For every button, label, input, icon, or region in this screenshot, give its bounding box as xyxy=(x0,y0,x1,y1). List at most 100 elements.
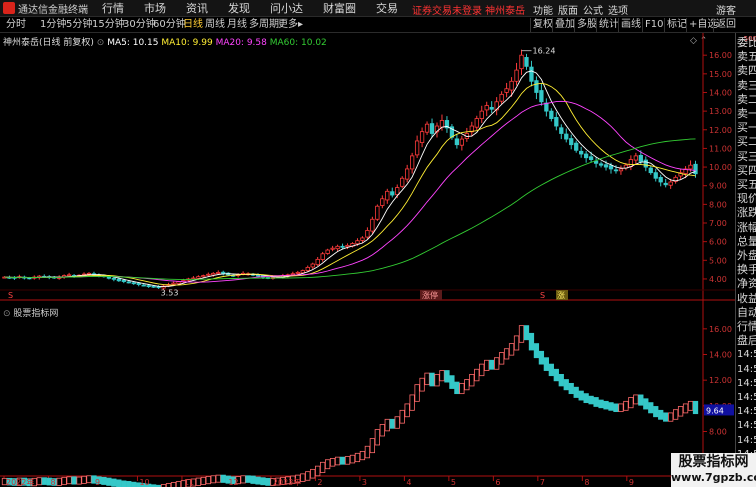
candle-body xyxy=(469,125,474,133)
candle-body xyxy=(131,282,136,285)
chevron-right-icon[interactable]: ▸ xyxy=(296,18,305,32)
candle-body xyxy=(136,282,141,285)
price-axis-label: 16.00 xyxy=(709,51,732,60)
candle-body xyxy=(424,123,430,133)
menu-item-wealth[interactable]: 财富圈 xyxy=(323,0,356,16)
f10-button[interactable]: F10 xyxy=(642,18,665,32)
period-tab-monthly[interactable]: 月线 xyxy=(225,18,249,32)
period-tab-weekly[interactable]: 周线 xyxy=(203,18,227,32)
quote-panel-item: 总量 xyxy=(737,234,756,248)
period-tab-daily[interactable]: 日线 xyxy=(181,18,205,32)
user-label[interactable]: 游客 xyxy=(716,2,736,17)
indicator-bar xyxy=(6,477,13,486)
candle-body xyxy=(633,155,638,161)
candle-body xyxy=(275,276,281,279)
indicator-bar xyxy=(484,359,490,371)
settings-icon[interactable]: ⊙ xyxy=(97,38,105,48)
watermark-title: 股票指标网 xyxy=(678,454,749,470)
price-axis-label: 11.00 xyxy=(709,144,732,153)
price-axis-label: 14.00 xyxy=(709,88,732,97)
indicator-settings-icon[interactable]: ⊙ xyxy=(3,309,11,319)
menu-item-ask[interactable]: 问小达 xyxy=(270,0,303,16)
indicator-bar xyxy=(101,476,107,485)
title-bar: 通达信金融终端 行情 市场 资讯 发现 问小达 财富圈 交易 证券交易未登录 神… xyxy=(0,0,756,17)
candle-body xyxy=(544,102,549,112)
candle-body xyxy=(121,279,126,282)
high-label: 16.24 xyxy=(533,47,556,56)
candle-body xyxy=(340,245,345,248)
indicator-bar xyxy=(354,452,361,463)
indicator-bar xyxy=(469,373,475,387)
indicator-bar xyxy=(41,477,47,485)
candle-body xyxy=(146,285,151,288)
time-axis-label: 2 xyxy=(317,478,322,487)
indicator-bar xyxy=(464,379,470,391)
scroll-up-icon[interactable]: ⌃ xyxy=(700,36,708,46)
indicator-bar xyxy=(379,424,385,437)
quote-panel-item: 现价 xyxy=(737,192,756,206)
event-label: 涨 xyxy=(557,290,565,300)
quote-panel-item: 卖四 xyxy=(737,64,756,78)
time-axis-label: 2022年 xyxy=(6,477,34,487)
indicator-bar xyxy=(653,406,659,418)
candle-body xyxy=(588,156,594,161)
indicator-bar xyxy=(494,357,500,370)
menu-item-trade[interactable]: 交易 xyxy=(376,0,398,16)
indicator-bar xyxy=(409,394,415,411)
candle-body xyxy=(350,243,355,247)
quote-panel-item: 14:50 xyxy=(737,349,756,361)
indicator-bar xyxy=(126,481,132,487)
indicator-bar xyxy=(270,478,276,486)
diamond-icon[interactable]: ◇ xyxy=(690,36,697,46)
menu-item-function[interactable]: 功能 xyxy=(533,2,553,17)
price-axis-label: 4.00 xyxy=(709,275,727,284)
menu-item-formula[interactable]: 公式 xyxy=(583,2,603,17)
period-tab-intraday[interactable]: 分时 xyxy=(4,18,28,32)
candle-body xyxy=(628,159,634,168)
indicator-bar xyxy=(479,363,485,377)
candle-body xyxy=(7,276,12,279)
time-axis-label: 8 xyxy=(584,478,589,487)
candle-body xyxy=(618,168,624,172)
candle-body xyxy=(126,281,131,284)
menu-item-news[interactable]: 资讯 xyxy=(186,0,208,16)
menu-item-market[interactable]: 市场 xyxy=(144,0,166,16)
indicator-bar xyxy=(583,393,589,404)
quote-panel-item: 涨跌 xyxy=(737,206,756,220)
back-button[interactable]: 返回 xyxy=(713,18,738,32)
indicator-axis-label: 10.00 xyxy=(709,402,732,411)
candle-body xyxy=(494,101,499,111)
login-notice[interactable]: 证券交易未登录 神州泰岳 xyxy=(412,2,525,17)
quote-panel-item: 卖三 xyxy=(737,78,756,92)
indicator-bar xyxy=(528,332,535,351)
menu-item-discover[interactable]: 发现 xyxy=(228,0,250,16)
indicator-bar xyxy=(116,479,122,487)
menu-item-layout[interactable]: 版面 xyxy=(558,2,578,17)
stock-info-bar: 神州泰岳(日线 前复权) ⊙ MA5: 10.15 MA10: 9.99 MA2… xyxy=(3,35,327,48)
indicator-bar xyxy=(81,475,87,484)
event-badge xyxy=(556,290,568,300)
menu-item-market-quotes[interactable]: 行情 xyxy=(102,0,124,16)
indicator-bar xyxy=(523,325,530,341)
indicator-bar xyxy=(61,476,67,486)
candle-body xyxy=(226,272,231,276)
price-axis-label: 13.00 xyxy=(709,107,732,116)
indicator-bar xyxy=(185,479,192,487)
quote-panel-item: 14:50 xyxy=(737,420,756,432)
draw-line-button[interactable]: 画线 xyxy=(618,18,643,32)
kline-chart[interactable]: 16.00 15.00 14.00 13.00 12.00 11.00 10.00 9.00 8… xyxy=(0,0,756,487)
menu-item-options[interactable]: 选项 xyxy=(608,2,628,17)
candle-body xyxy=(71,275,77,277)
candle-body xyxy=(385,190,390,201)
candle-body xyxy=(47,276,52,278)
indicator-bar xyxy=(588,395,594,405)
indicator-bar xyxy=(608,402,614,411)
indicator-bar xyxy=(290,475,296,484)
indicator-bar xyxy=(165,483,172,487)
indicator-bar xyxy=(245,475,251,483)
indicator-bar xyxy=(404,403,410,418)
indicator-bar xyxy=(31,477,37,487)
indicator-bar xyxy=(300,473,306,482)
candle-body xyxy=(270,277,276,279)
candle-body xyxy=(91,273,97,276)
